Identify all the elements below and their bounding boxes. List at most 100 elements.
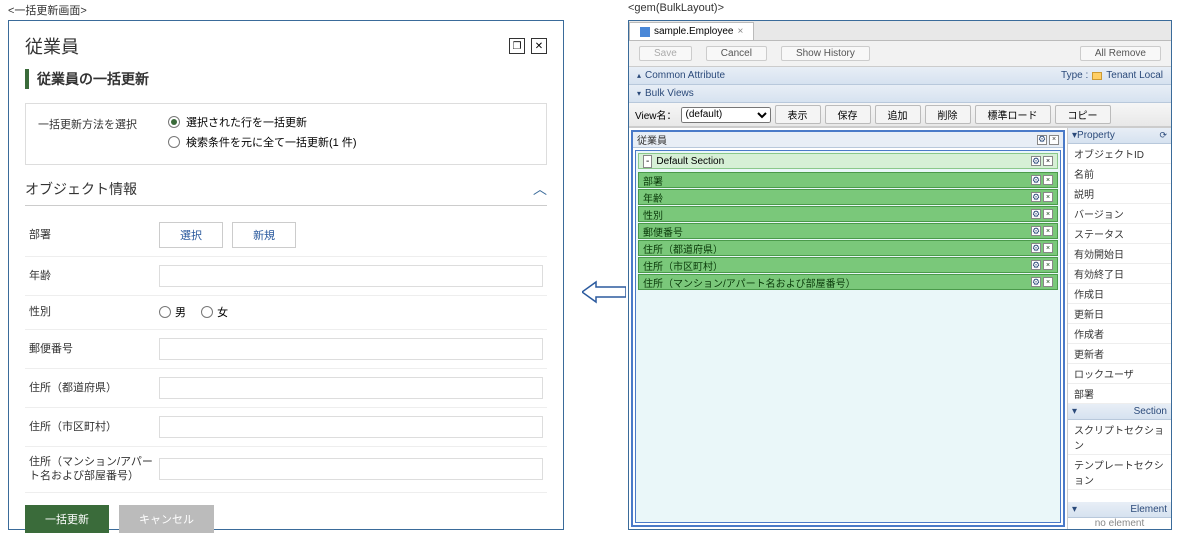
option-selected-rows[interactable]: 選択された行を一括更新: [168, 114, 534, 130]
property-item[interactable]: ステータス: [1068, 224, 1171, 244]
add-button[interactable]: 追加: [875, 105, 921, 124]
radio-label: 女: [217, 304, 228, 320]
save-action[interactable]: Save: [639, 46, 692, 61]
field-city: 住所（市区町村）: [25, 408, 547, 447]
radio-male[interactable]: 男: [159, 304, 186, 320]
close-icon[interactable]: ×: [1043, 175, 1053, 185]
refresh-icon[interactable]: ⟳: [1159, 130, 1167, 141]
default-section-header[interactable]: -Default Section ⚙×: [638, 153, 1058, 169]
copy-button[interactable]: コピー: [1055, 105, 1111, 124]
element-bar[interactable]: ▾Element: [1068, 502, 1171, 518]
gear-icon[interactable]: ⚙: [1031, 192, 1041, 202]
caption-left: <一括更新画面>: [8, 2, 87, 18]
bulk-views-bar[interactable]: ▾Bulk Views: [629, 85, 1171, 103]
layout-field[interactable]: 部署⚙×: [638, 172, 1058, 188]
editor-tab[interactable]: sample.Employee ×: [629, 22, 754, 40]
property-item[interactable]: 有効終了日: [1068, 264, 1171, 284]
history-action[interactable]: Show History: [781, 46, 870, 61]
radio-icon: [159, 306, 171, 318]
remove-action[interactable]: All Remove: [1080, 46, 1161, 61]
gear-icon[interactable]: ⚙: [1031, 209, 1041, 219]
city-input[interactable]: [159, 416, 543, 438]
field-pref: 住所（都道府県）: [25, 369, 547, 408]
layout-field[interactable]: 郵便番号⚙×: [638, 223, 1058, 239]
pref-input[interactable]: [159, 377, 543, 399]
section-title: オブジェクト情報: [25, 179, 137, 199]
collapse-icon: -: [643, 155, 652, 168]
gem-bulk-layout: sample.Employee × Save Cancel Show Histo…: [628, 20, 1172, 530]
gear-icon[interactable]: ⚙: [1031, 243, 1041, 253]
property-item[interactable]: 有効開始日: [1068, 244, 1171, 264]
close-icon[interactable]: ×: [1043, 260, 1053, 270]
gear-icon[interactable]: ⚙: [1031, 156, 1041, 166]
layout-field[interactable]: 年齢⚙×: [638, 189, 1058, 205]
select-button[interactable]: 選択: [159, 222, 223, 248]
radio-icon: [201, 306, 213, 318]
property-item[interactable]: 作成者: [1068, 324, 1171, 344]
zip-input[interactable]: [159, 338, 543, 360]
layout-field[interactable]: 住所（マンション/アパート名および部屋番号）⚙×: [638, 274, 1058, 290]
gear-icon[interactable]: ⚙: [1031, 260, 1041, 270]
gear-icon[interactable]: ⚙: [1031, 175, 1041, 185]
property-item[interactable]: オブジェクトID: [1068, 144, 1171, 164]
option-search-condition[interactable]: 検索条件を元に全て一括更新(1 件): [168, 134, 534, 150]
field-age: 年齢: [25, 257, 547, 296]
radio-icon: [168, 136, 180, 148]
cancel-action[interactable]: Cancel: [706, 46, 767, 61]
layout-field[interactable]: 住所（都道府県）⚙×: [638, 240, 1058, 256]
property-item[interactable]: 説明: [1068, 184, 1171, 204]
property-bar[interactable]: ▾Property⟳: [1068, 128, 1171, 144]
section-bar[interactable]: ▾Section: [1068, 404, 1171, 420]
section-item[interactable]: スクリプトセクション: [1068, 420, 1171, 455]
window-close-icon[interactable]: ✕: [531, 38, 547, 54]
property-item[interactable]: バージョン: [1068, 204, 1171, 224]
delete-button[interactable]: 削除: [925, 105, 971, 124]
chevron-up-icon: ︿: [533, 179, 547, 199]
view-select[interactable]: (default): [681, 107, 771, 123]
tab-label: sample.Employee: [654, 26, 733, 37]
submit-button[interactable]: 一括更新: [25, 505, 109, 533]
close-icon[interactable]: ×: [1043, 243, 1053, 253]
no-element-label: no element: [1068, 518, 1171, 530]
property-item[interactable]: 作成日: [1068, 284, 1171, 304]
cancel-button[interactable]: キャンセル: [119, 505, 214, 533]
age-input[interactable]: [159, 265, 543, 287]
show-button[interactable]: 表示: [775, 105, 821, 124]
close-icon[interactable]: ×: [1049, 135, 1059, 145]
save-button[interactable]: 保存: [825, 105, 871, 124]
close-icon[interactable]: ×: [1043, 226, 1053, 236]
field-label: 性別: [29, 305, 159, 319]
radio-label: 男: [175, 304, 186, 320]
property-item[interactable]: 部署: [1068, 384, 1171, 404]
radio-female[interactable]: 女: [201, 304, 228, 320]
gear-icon[interactable]: ⚙: [1031, 277, 1041, 287]
window-maximize-icon[interactable]: ❐: [509, 38, 525, 54]
close-icon[interactable]: ×: [1043, 277, 1053, 287]
section-header[interactable]: オブジェクト情報 ︿: [25, 179, 547, 206]
property-item[interactable]: 更新者: [1068, 344, 1171, 364]
option-label: 選択された行を一括更新: [186, 114, 307, 130]
option-label: 検索条件を元に全て一括更新(1 件): [186, 134, 357, 150]
new-button[interactable]: 新規: [232, 222, 296, 248]
gear-icon[interactable]: ⚙: [1031, 226, 1041, 236]
close-icon[interactable]: ×: [1043, 209, 1053, 219]
close-icon[interactable]: ×: [1043, 192, 1053, 202]
property-item[interactable]: ロックユーザ: [1068, 364, 1171, 384]
layout-canvas: 従業員 ⚙× -Default Section ⚙× 部署⚙×年齢⚙×性別⚙×郵…: [631, 130, 1065, 527]
view-toolbar: View名： (default) 表示 保存 追加 削除 標準ロード コピー: [629, 103, 1171, 127]
close-icon[interactable]: ×: [1043, 156, 1053, 166]
radio-icon: [168, 116, 180, 128]
property-item[interactable]: 名前: [1068, 164, 1171, 184]
addr-input[interactable]: [159, 458, 543, 480]
entity-icon: [640, 27, 650, 37]
layout-field[interactable]: 住所（市区町村）⚙×: [638, 257, 1058, 273]
layout-field[interactable]: 性別⚙×: [638, 206, 1058, 222]
editor-tabbar: sample.Employee ×: [629, 21, 1171, 41]
common-attribute-bar[interactable]: ▴Common Attribute Type : Tenant Local: [629, 67, 1171, 85]
field-zip: 郵便番号: [25, 330, 547, 369]
property-item[interactable]: 更新日: [1068, 304, 1171, 324]
gear-icon[interactable]: ⚙: [1037, 135, 1047, 145]
tab-close-icon[interactable]: ×: [737, 26, 743, 37]
section-item[interactable]: テンプレートセクション: [1068, 455, 1171, 490]
std-load-button[interactable]: 標準ロード: [975, 105, 1051, 124]
